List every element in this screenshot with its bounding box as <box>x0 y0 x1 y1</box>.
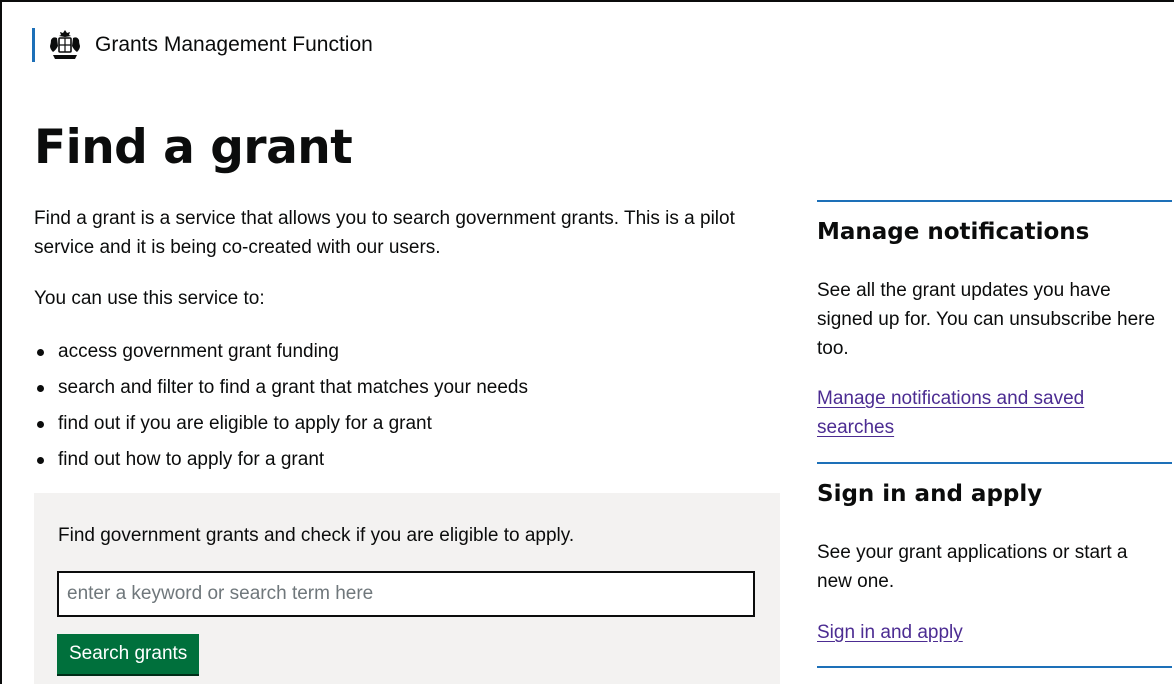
header-accent-bar <box>32 28 35 62</box>
section-divider <box>817 462 1172 464</box>
search-panel: Find government grants and check if you … <box>34 493 780 684</box>
search-lead-text: Find government grants and check if you … <box>58 525 575 546</box>
sign-in-heading: Sign in and apply <box>817 481 1043 507</box>
list-item: find out how to apply for a grant <box>34 442 528 478</box>
search-grants-button[interactable]: Search grants <box>57 634 200 674</box>
sign-in-and-apply-link[interactable]: Sign in and apply <box>817 618 1157 647</box>
sign-in-text: See your grant applications or start a n… <box>817 542 1128 592</box>
notifications-heading: Manage notifications <box>817 219 1090 245</box>
list-item: access government grant funding <box>34 334 528 370</box>
page-title: Find a grant <box>34 120 353 175</box>
org-name: Grants Management Function <box>95 33 373 56</box>
list-item: search and filter to find a grant that m… <box>34 370 528 406</box>
intro-text: Find a grant is a service that allows yo… <box>34 208 735 258</box>
section-divider <box>817 200 1172 202</box>
search-input[interactable] <box>57 571 755 617</box>
notifications-text: See all the grant updates you have signe… <box>817 280 1156 359</box>
use-lead-text: You can use this service to: <box>34 288 265 309</box>
site-header: Grants Management Function <box>32 26 373 64</box>
section-divider <box>817 666 1172 668</box>
manage-notifications-link[interactable]: Manage notifications and saved searches <box>817 384 1157 442</box>
service-uses-list: access government grant funding search a… <box>34 334 528 478</box>
royal-coat-of-arms-icon <box>50 30 80 59</box>
list-item: find out if you are eligible to apply fo… <box>34 406 528 442</box>
